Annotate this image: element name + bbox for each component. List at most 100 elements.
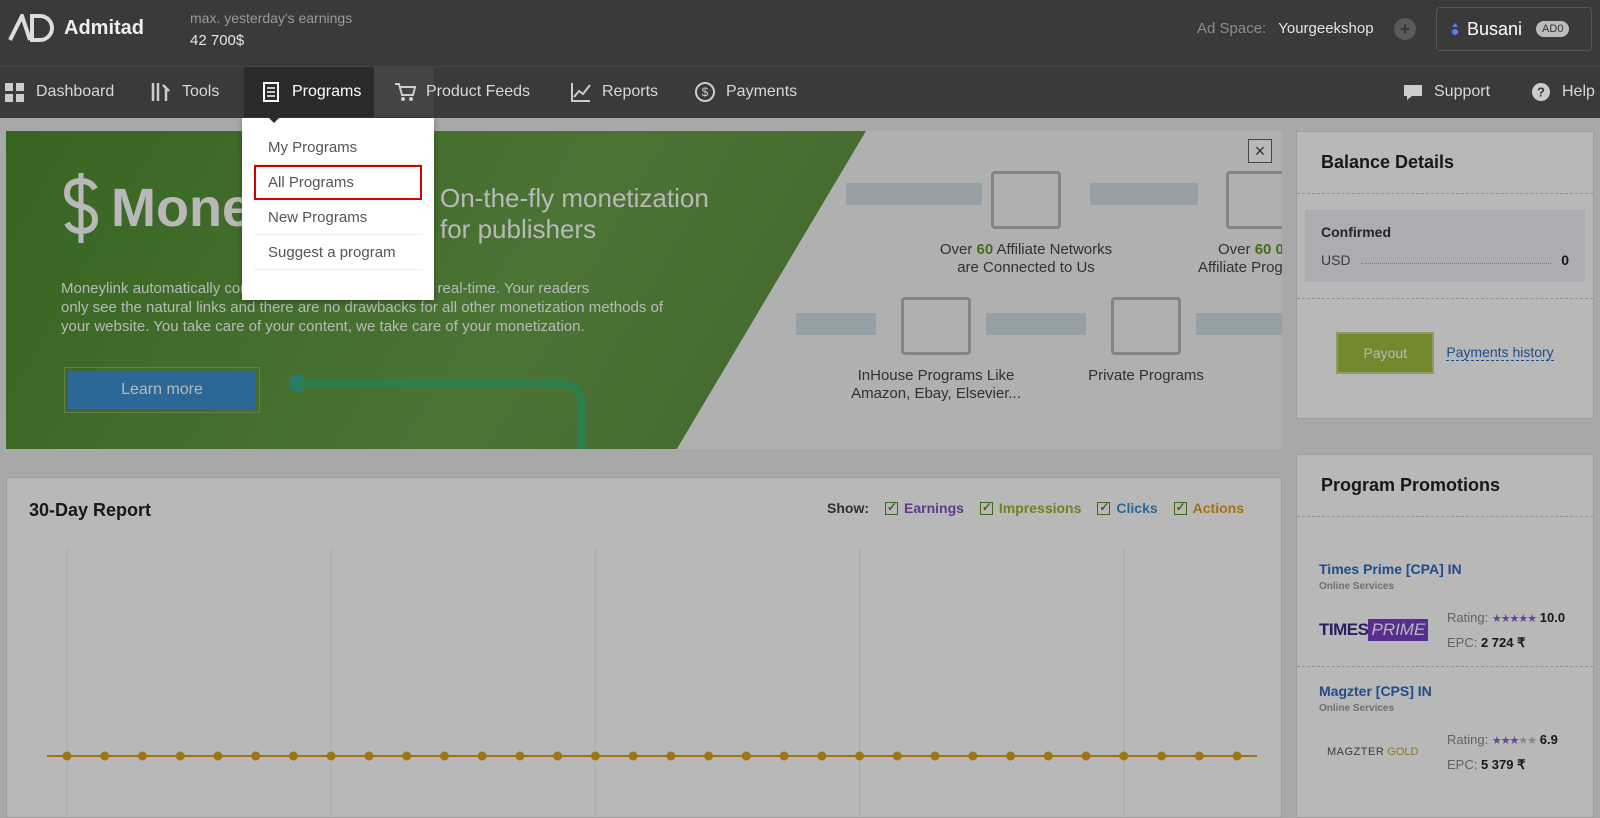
learn-more-frame: Learn more <box>64 367 260 413</box>
laptop-chess-icon <box>901 297 971 355</box>
promo-name-link[interactable]: Magzter [CPS] IN <box>1319 683 1571 699</box>
promo-category: Online Services <box>1319 581 1395 592</box>
dropdown-new-programs[interactable]: New Programs <box>254 200 422 235</box>
close-icon[interactable]: × <box>1248 139 1272 163</box>
data-point[interactable] <box>288 751 298 761</box>
data-point[interactable] <box>628 751 638 761</box>
filter-impressions[interactable]: Impressions <box>979 500 1081 516</box>
data-point[interactable] <box>213 751 223 761</box>
ad-space-selector[interactable]: Ad Space: Yourgeekshop <box>1197 20 1374 37</box>
question-circle-icon: ? <box>1532 83 1550 101</box>
checkbox[interactable] <box>979 500 993 515</box>
nav-label: Payments <box>726 83 798 100</box>
checkbox[interactable] <box>1173 500 1187 515</box>
earnings-label: max. yesterday's earnings <box>190 10 353 26</box>
data-point[interactable] <box>590 751 600 761</box>
data-point[interactable] <box>553 751 563 761</box>
promo-name-link[interactable]: Times Prime [CPA] IN <box>1319 561 1571 577</box>
user-status-icon <box>1451 22 1459 36</box>
data-point[interactable] <box>364 751 374 761</box>
rating-label: Rating: <box>1447 732 1489 747</box>
data-point[interactable] <box>62 751 72 761</box>
user-badge: AD0 <box>1536 21 1570 37</box>
filter-actions[interactable]: Actions <box>1173 500 1244 516</box>
data-point[interactable] <box>402 751 412 761</box>
dropdown-all-programs[interactable]: All Programs <box>254 165 422 200</box>
data-point[interactable] <box>704 751 714 761</box>
checkbox[interactable] <box>885 500 898 515</box>
nav-help[interactable]: ? Help <box>1530 67 1595 117</box>
rating-label: Rating: <box>1447 610 1489 625</box>
data-point[interactable] <box>779 751 789 761</box>
data-point[interactable] <box>137 751 147 761</box>
dropdown-my-programs[interactable]: My Programs <box>254 130 422 165</box>
nav-dashboard[interactable]: Dashboard <box>4 67 114 117</box>
promotions-title: Program Promotions <box>1297 455 1593 517</box>
ad-space-value[interactable]: Yourgeekshop <box>1278 20 1373 37</box>
learn-more-button[interactable]: Learn more <box>68 371 256 409</box>
dropdown-suggest-program[interactable]: Suggest a program <box>254 235 422 270</box>
nav-tools[interactable]: Tools <box>150 67 219 117</box>
promo-body: TIMES PRIME Rating: ★★★★★ 10.0 EPC: 2 724… <box>1319 606 1571 654</box>
data-point[interactable] <box>477 751 487 761</box>
balance-title: Balance Details <box>1297 132 1593 194</box>
filter-clicks[interactable]: Clicks <box>1097 500 1158 516</box>
data-point[interactable] <box>100 751 110 761</box>
admitad-logo[interactable]: Admitad <box>8 14 144 42</box>
data-point[interactable] <box>1232 751 1242 761</box>
epc-value: 2 724 ₹ <box>1480 635 1526 650</box>
filter-earnings[interactable]: Earnings <box>885 500 964 516</box>
nav-support[interactable]: Support <box>1402 67 1490 117</box>
nav-product-feeds[interactable]: Product Feeds <box>394 67 530 117</box>
epc-label: EPC: <box>1447 635 1478 650</box>
dollar-circle-icon: $ <box>695 82 715 102</box>
nav-payments[interactable]: $ Payments <box>694 67 797 117</box>
data-point[interactable] <box>1081 751 1091 761</box>
banner-text-line: your website. You take care of your cont… <box>61 318 585 335</box>
add-ad-space-button[interactable]: + <box>1394 18 1416 40</box>
nav-programs[interactable]: Programs <box>244 67 374 117</box>
data-point[interactable] <box>1043 751 1053 761</box>
data-point[interactable] <box>968 751 978 761</box>
data-point[interactable] <box>1119 751 1129 761</box>
payments-history-link[interactable]: Payments history <box>1446 344 1554 361</box>
data-point[interactable] <box>741 751 751 761</box>
data-point[interactable] <box>1194 751 1204 761</box>
data-point[interactable] <box>855 751 865 761</box>
ad-space-label: Ad Space: <box>1197 20 1267 37</box>
epc-value: 5 379 ₹ <box>1480 757 1526 772</box>
promo-meta: Rating: ★★★★★ 10.0 EPC: 2 724 ₹ <box>1447 606 1565 654</box>
data-point[interactable] <box>817 751 827 761</box>
user-name: Busani <box>1467 18 1523 39</box>
payout-button[interactable]: Payout <box>1336 331 1435 374</box>
balance-box: Confirmed USD 0 <box>1305 210 1585 282</box>
timesprime-logo[interactable]: TIMES PRIME <box>1319 615 1433 645</box>
checkbox[interactable] <box>1097 500 1111 515</box>
data-point[interactable] <box>251 751 261 761</box>
banner-tagline: On-the-fly monetization for publishers <box>440 183 770 245</box>
main-nav: Dashboard Tools Programs Product Feeds R… <box>0 66 1600 118</box>
show-label: Show: <box>827 500 869 516</box>
data-point[interactable] <box>1157 751 1167 761</box>
user-menu[interactable]: Busani AD0 <box>1436 7 1592 51</box>
programs-dropdown: My Programs All Programs New Programs Su… <box>242 118 434 300</box>
dropdown-arrow <box>264 113 284 123</box>
nav-label: Programs <box>292 83 362 100</box>
currency-label: USD <box>1321 252 1351 268</box>
promo-category: Online Services <box>1319 703 1395 714</box>
promo-item: Times Prime [CPA] IN Online Services TIM… <box>1297 517 1593 667</box>
data-point[interactable] <box>326 751 336 761</box>
data-point[interactable] <box>666 751 676 761</box>
data-point[interactable] <box>439 751 449 761</box>
nav-reports[interactable]: Reports <box>570 67 658 117</box>
data-point[interactable] <box>1006 751 1016 761</box>
cart-icon <box>395 83 416 101</box>
moneylink-banner: Moneylink On-the-fly monetization for pu… <box>6 131 1282 449</box>
data-point[interactable] <box>515 751 525 761</box>
data-point[interactable] <box>930 751 940 761</box>
data-point[interactable] <box>175 751 185 761</box>
magzter-logo[interactable]: MAGZTER GOLD <box>1319 737 1433 767</box>
balance-panel: Balance Details Confirmed USD 0 Payout P… <box>1296 131 1594 419</box>
feature-line: Amazon, Ebay, Elsevier... <box>851 385 1021 402</box>
data-point[interactable] <box>892 751 902 761</box>
